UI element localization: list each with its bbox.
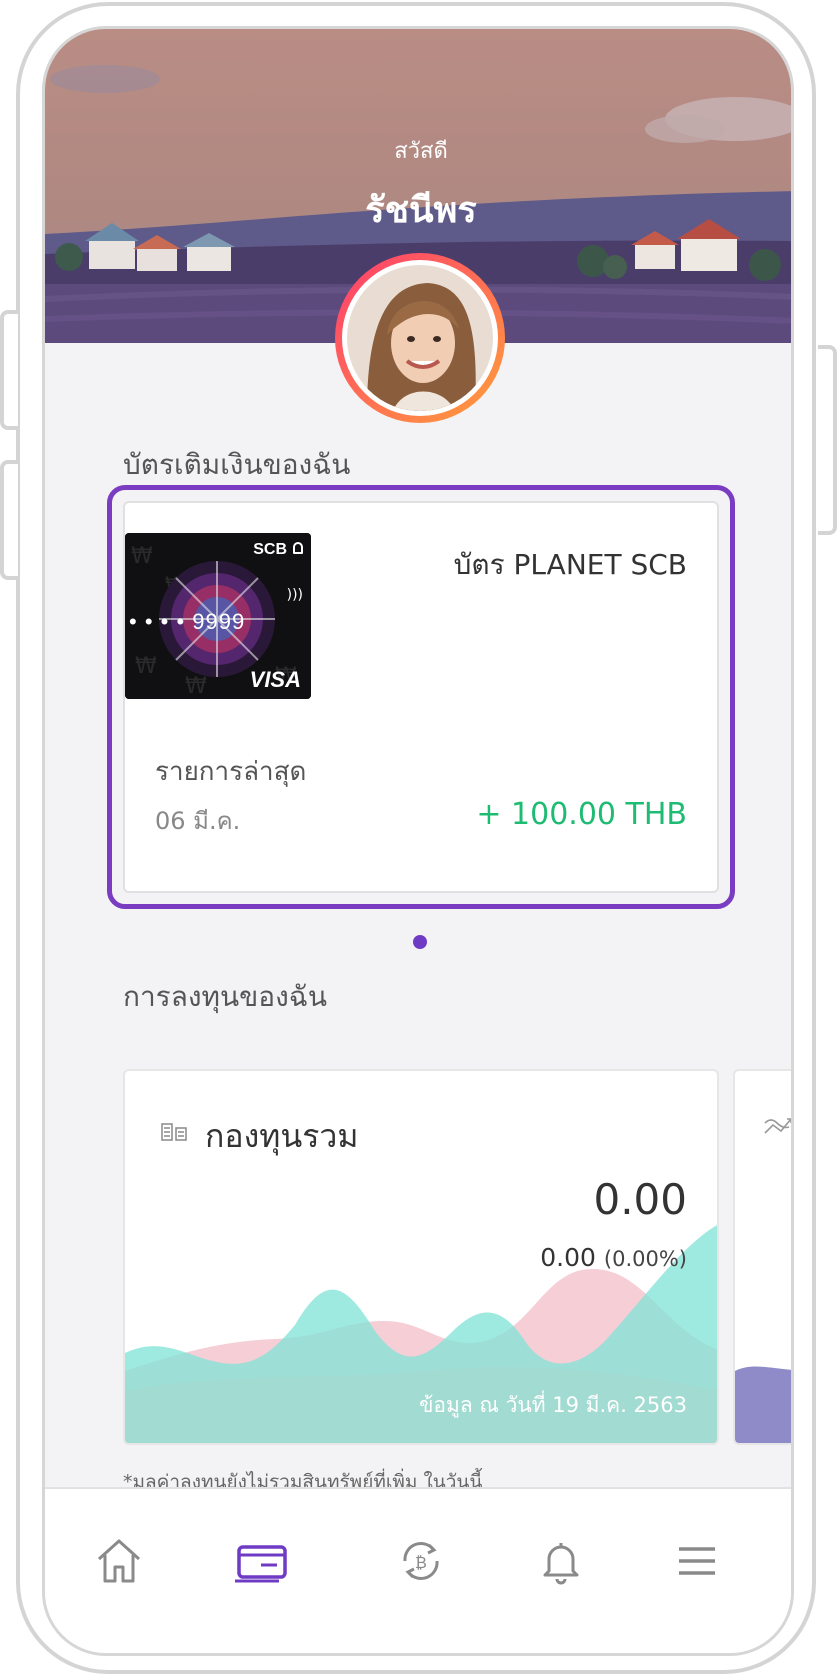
recent-transaction-date: 06 มี.ค. bbox=[155, 807, 241, 835]
card-brand: SCB bbox=[253, 541, 287, 558]
card-number: • • • • 9999 bbox=[129, 609, 246, 634]
fund-as-of-date: ข้อมูล ณ วันที่ 19 มี.ค. 2563 bbox=[419, 1393, 687, 1417]
card-brand-icon bbox=[293, 542, 303, 554]
card-icon[interactable] bbox=[231, 1531, 291, 1591]
menu-icon[interactable] bbox=[667, 1531, 727, 1591]
contactless-icon: ))) bbox=[286, 587, 303, 603]
crypto-exchange-icon[interactable]: ₿ bbox=[391, 1531, 451, 1591]
side-button-right bbox=[818, 345, 837, 535]
greeting-text: สวัสดี bbox=[394, 139, 448, 164]
carousel-page-indicator[interactable] bbox=[413, 935, 427, 949]
recent-transaction-amount: + 100.00 THB bbox=[476, 797, 687, 832]
prepaid-card[interactable]: ₩₩₩ ₩₩ SCB ))) bbox=[123, 501, 719, 893]
svg-text:₿: ₿ bbox=[415, 1553, 427, 1572]
next-investment-card[interactable] bbox=[733, 1069, 791, 1445]
side-button-left-2 bbox=[0, 460, 18, 580]
prepaid-section-title: บัตรเติมเงินของฉัน bbox=[123, 448, 351, 481]
bottom-tab-bar: ₿ bbox=[45, 1487, 791, 1653]
home-icon[interactable] bbox=[89, 1531, 149, 1591]
recent-transaction-label: รายการล่าสุด bbox=[155, 757, 307, 787]
app-screen: สวัสดี รัชนีพร บัตรเติมเงินของฉัน ₩ ₩ ₩ … bbox=[42, 26, 794, 1656]
user-name: รัชนีพร bbox=[365, 190, 477, 231]
fund-change-value: 0.00 bbox=[540, 1243, 596, 1272]
avatar[interactable] bbox=[335, 253, 505, 423]
invest-section-title: การลงทุนของฉัน bbox=[123, 980, 327, 1013]
bell-icon[interactable] bbox=[531, 1531, 591, 1591]
card-network: VISA bbox=[249, 667, 301, 692]
svg-text:₩: ₩ bbox=[131, 544, 153, 569]
profile-photo bbox=[347, 265, 493, 411]
fund-list-icon bbox=[161, 1123, 187, 1145]
svg-text:₩: ₩ bbox=[185, 674, 207, 699]
fund-value: 0.00 bbox=[593, 1175, 687, 1224]
fund-change-percent: (0.00%) bbox=[603, 1247, 687, 1271]
fund-title: กองทุนรวม bbox=[205, 1117, 359, 1155]
card-image: ₩₩₩ ₩₩ SCB ))) bbox=[125, 533, 311, 699]
side-button-left bbox=[0, 310, 18, 430]
svg-text:₩: ₩ bbox=[135, 654, 157, 679]
stocks-trend-icon bbox=[764, 1118, 791, 1134]
mutual-fund-card[interactable]: กองทุนรวม 0.00 0.00 (0.00%) ข้อมูล ณ วัน… bbox=[123, 1069, 719, 1445]
card-name: บัตร PLANET SCB bbox=[453, 548, 687, 581]
fund-change: 0.00 (0.00%) bbox=[540, 1243, 687, 1272]
